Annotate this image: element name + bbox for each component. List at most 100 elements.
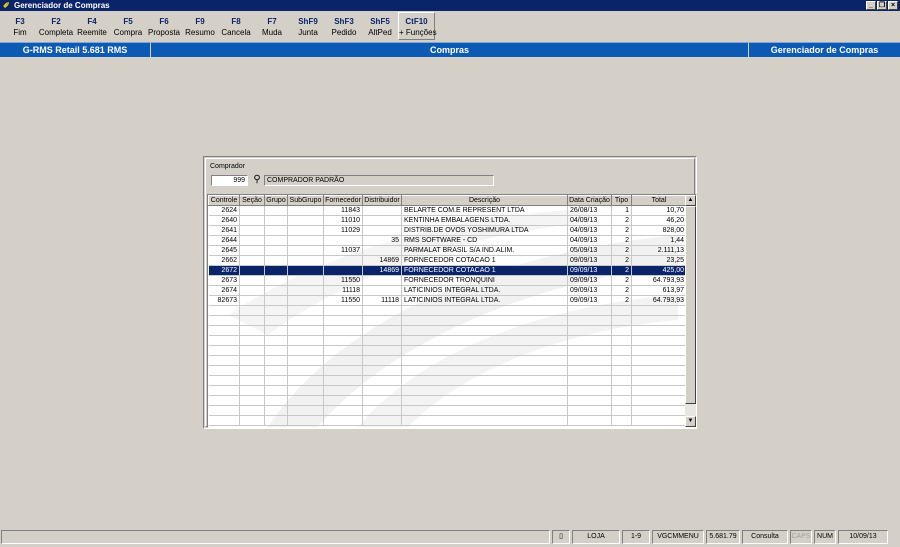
close-icon[interactable]: ×: [888, 1, 898, 10]
fkey-pedido-button[interactable]: ShF3 Pedido: [326, 12, 362, 40]
empty-table-row[interactable]: [208, 405, 687, 416]
header-module: Compras: [429, 45, 469, 55]
empty-table-row[interactable]: [208, 415, 687, 426]
fkey-resumo-button[interactable]: F9 Resumo: [182, 12, 218, 40]
table-cell: [239, 325, 265, 336]
table-cell: [323, 405, 363, 416]
table-cell: [239, 395, 265, 406]
table-row[interactable]: 2674 11118 LATICINIOS INTEGRAL LTDA. 09/09/…: [208, 285, 687, 296]
table-cell: [362, 275, 402, 286]
col-header-subgrupo[interactable]: SubGrupo: [287, 195, 324, 206]
table-cell: [362, 215, 402, 226]
fkey-code: CtF10: [405, 17, 428, 26]
scroll-down-icon[interactable]: ▼: [685, 416, 696, 427]
empty-table-row[interactable]: [208, 375, 687, 386]
table-cell: 35: [362, 235, 402, 246]
table-cell: [362, 395, 402, 406]
binoculars-search-icon[interactable]: ⚲: [251, 174, 263, 186]
table-cell: [208, 325, 240, 336]
table-row[interactable]: 82673 11550 11118 LATICINIOS INTEGRAL LTDA.…: [208, 295, 687, 306]
empty-table-row[interactable]: [208, 305, 687, 316]
table-cell: [362, 315, 402, 326]
table-cell: [631, 345, 687, 356]
table-cell: BELARTE COM.E REPRESENT LTDA: [401, 205, 568, 216]
table-cell: [264, 305, 288, 316]
col-header-data-criacao[interactable]: Data Criação: [567, 195, 612, 206]
fkey-cancela-button[interactable]: F8 Cancela: [218, 12, 254, 40]
table-row[interactable]: 2641 11029 DISTRIB.DE OVOS YOSHIMURA LTDA 0…: [208, 225, 687, 236]
table-cell: [287, 395, 324, 406]
table-cell: [323, 395, 363, 406]
fkey-junta-button[interactable]: ShF9 Junta: [290, 12, 326, 40]
col-header-controle[interactable]: Controle: [208, 195, 240, 206]
table-cell: [239, 305, 265, 316]
table-row[interactable]: 2645 11037 PARMALAT BRASIL S/A IND.ALIM. 05…: [208, 245, 687, 256]
table-row[interactable]: 2644 35 RMS SOFTWARE - CD 04/09/13 2 1,44: [208, 235, 687, 246]
empty-table-row[interactable]: [208, 325, 687, 336]
col-header-grupo[interactable]: Grupo: [264, 195, 288, 206]
empty-table-row[interactable]: [208, 365, 687, 376]
table-cell: [567, 385, 612, 396]
table-cell: [208, 365, 240, 376]
table-cell: [287, 355, 324, 366]
empty-table-row[interactable]: [208, 315, 687, 326]
scroll-up-icon[interactable]: ▲: [685, 195, 696, 206]
col-header-distribuidor[interactable]: Distribuidor: [362, 195, 402, 206]
col-header-tipo[interactable]: Tipo: [611, 195, 632, 206]
table-cell: [208, 395, 240, 406]
table-cell: [567, 345, 612, 356]
table-cell: DISTRIB.DE OVOS YOSHIMURA LTDA: [401, 225, 568, 236]
fkey-mais-funcoes-button[interactable]: CtF10 + Funções: [398, 12, 437, 40]
table-cell: 1: [611, 205, 632, 216]
fkey-altped-button[interactable]: ShF5 AltPed: [362, 12, 398, 40]
table-row[interactable]: 2673 11550 FORNECEDOR TRONQUINI 09/09/13 2 64…: [208, 275, 687, 286]
table-cell: [287, 365, 324, 376]
fkey-reemite-button[interactable]: F4 Reemite: [74, 12, 110, 40]
table-row[interactable]: 2624 11843 BELARTE COM.E REPRESENT LTDA 26/…: [208, 205, 687, 216]
fkey-proposta-button[interactable]: F6 Proposta: [146, 12, 182, 40]
col-header-total[interactable]: Total: [631, 195, 687, 206]
table-row[interactable]: 2672 14869 FORNECEDOR COTACAO 1 09/09/13 2 42…: [208, 265, 687, 276]
table-cell: [239, 295, 265, 306]
table-cell: [287, 265, 324, 276]
table-cell: [323, 265, 363, 276]
table-cell: 26/08/13: [567, 205, 612, 216]
clipboard-icon[interactable]: ▯: [552, 530, 570, 544]
comprador-code-field[interactable]: 999: [211, 175, 248, 186]
table-cell: [264, 205, 288, 216]
table-cell: [567, 355, 612, 366]
table-cell: [401, 375, 568, 386]
col-header-descricao[interactable]: Descrição: [401, 195, 568, 206]
fkey-code: F3: [15, 17, 25, 26]
fkey-completa-button[interactable]: F2 Completa: [38, 12, 74, 40]
fkey-compra-button[interactable]: F5 Compra: [110, 12, 146, 40]
col-header-fornecedor[interactable]: Fornecedor: [323, 195, 363, 206]
minimize-icon[interactable]: _: [866, 1, 876, 10]
table-cell: FORNECEDOR COTACAO 1: [401, 265, 568, 276]
table-cell: [401, 345, 568, 356]
fkey-code: F6: [159, 17, 169, 26]
table-cell: [287, 215, 324, 226]
fkey-muda-button[interactable]: F7 Muda: [254, 12, 290, 40]
fkey-fim-button[interactable]: F3 Fim: [2, 12, 38, 40]
table-cell: [323, 325, 363, 336]
empty-table-row[interactable]: [208, 345, 687, 356]
empty-table-row[interactable]: [208, 335, 687, 346]
compras-grid[interactable]: Controle Seção Grupo SubGrupo Fornecedor…: [207, 194, 697, 428]
table-cell: 11029: [323, 225, 363, 236]
scroll-thumb[interactable]: [685, 206, 696, 404]
empty-table-row[interactable]: [208, 385, 687, 396]
table-cell: [239, 355, 265, 366]
table-cell: 2: [611, 245, 632, 256]
table-row[interactable]: 2662 14869 FORNECEDOR COTACAO 1 09/09/13 2 23…: [208, 255, 687, 266]
grid-vertical-scrollbar[interactable]: ▲ ▼: [685, 195, 696, 427]
compras-table: Controle Seção Grupo SubGrupo Fornecedor…: [208, 195, 687, 426]
table-row[interactable]: 2640 11010 KENTINHA EMBALAGENS LTDA. 04/09/…: [208, 215, 687, 226]
empty-table-row[interactable]: [208, 395, 687, 406]
table-cell: KENTINHA EMBALAGENS LTDA.: [401, 215, 568, 226]
col-header-secao[interactable]: Seção: [239, 195, 265, 206]
table-cell: 2: [611, 225, 632, 236]
restore-icon[interactable]: ❐: [877, 1, 887, 10]
table-cell: [611, 375, 632, 386]
empty-table-row[interactable]: [208, 355, 687, 366]
